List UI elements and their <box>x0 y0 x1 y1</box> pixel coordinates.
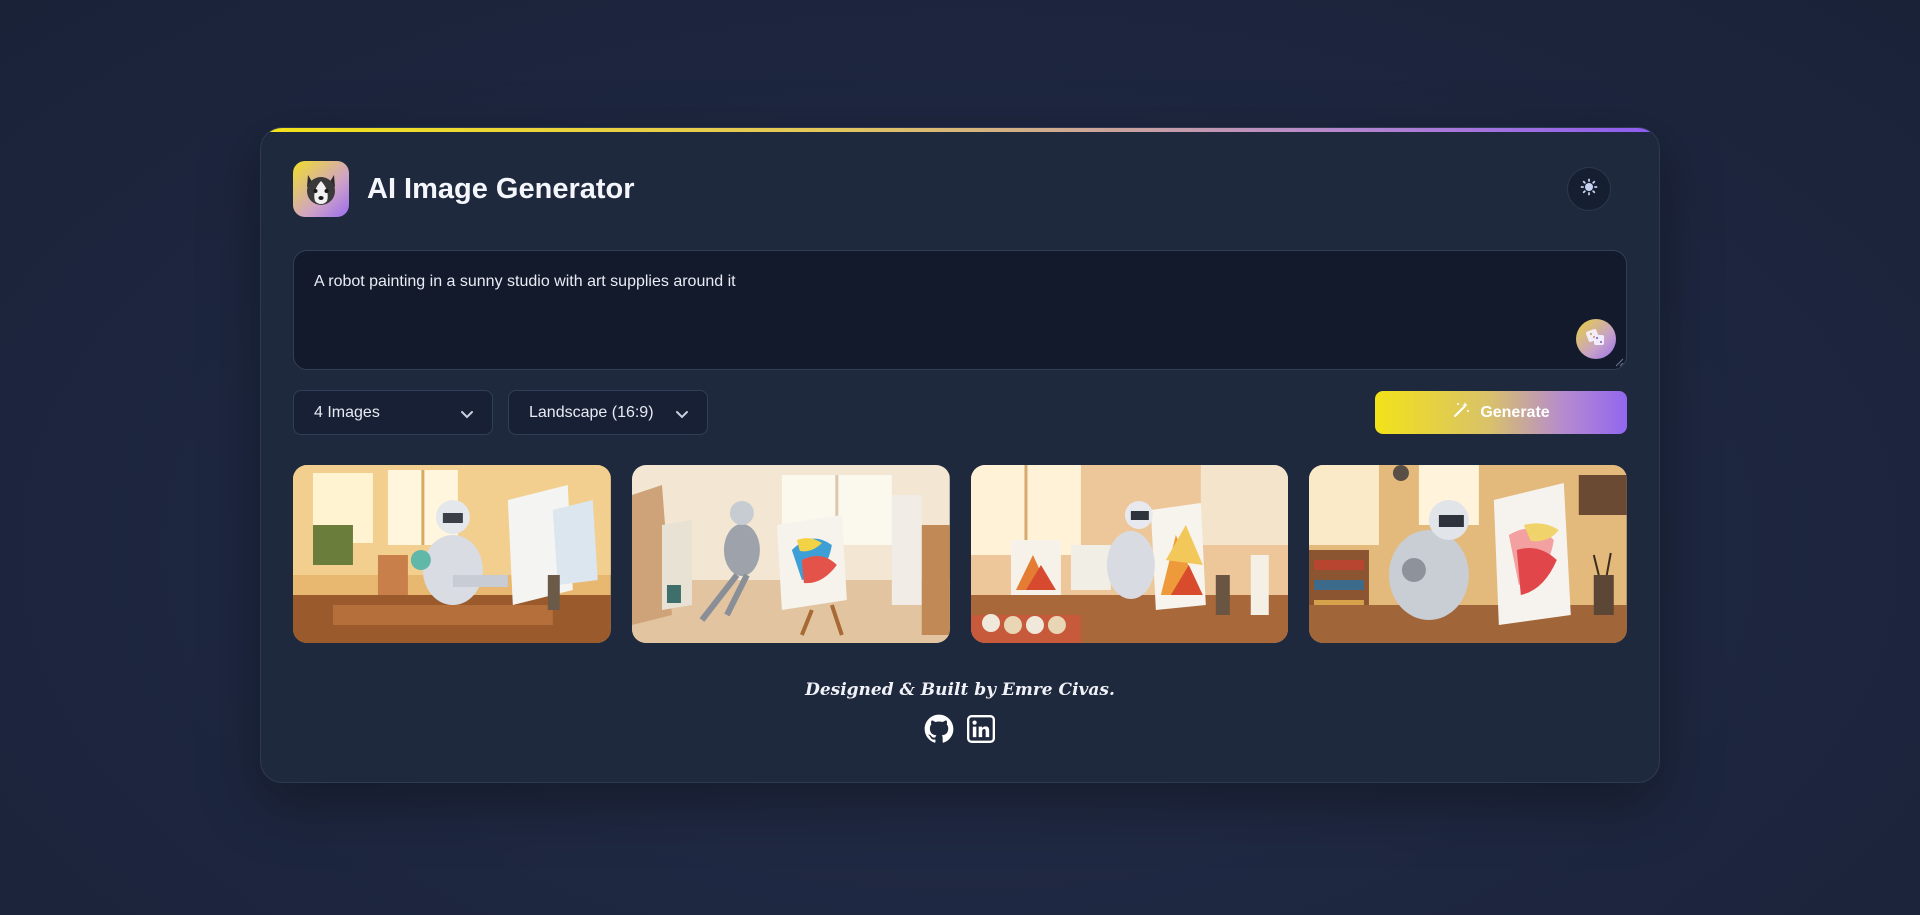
image-count-value: 4 Images <box>314 403 380 421</box>
magic-wand-icon <box>1452 401 1470 424</box>
dice-icon <box>1584 325 1608 354</box>
app-title: AI Image Generator <box>367 172 635 205</box>
prompt-textarea[interactable]: A robot painting in a sunny studio with … <box>293 250 1627 370</box>
prompt-text: A robot painting in a sunny studio with … <box>314 273 736 290</box>
generated-image-4[interactable] <box>1309 465 1627 643</box>
footer-credit: Designed & Built by Emre Civas. <box>805 680 1115 700</box>
random-prompt-button[interactable] <box>1576 319 1616 359</box>
resize-grip[interactable] <box>1614 357 1624 367</box>
chevron-down-icon <box>460 407 474 425</box>
aspect-ratio-select[interactable]: Landscape (16:9) <box>508 390 708 435</box>
image-gallery <box>293 465 1627 643</box>
social-links <box>261 714 1659 744</box>
generated-image-1[interactable] <box>293 465 611 643</box>
husky-logo-icon <box>293 161 349 217</box>
footer: Designed & Built by Emre Civas. <box>261 680 1659 744</box>
theme-toggle-button[interactable] <box>1567 167 1611 211</box>
header: AI Image Generator <box>293 161 1627 217</box>
generated-image-3[interactable] <box>970 465 1289 643</box>
sun-icon <box>1580 178 1598 201</box>
linkedin-icon[interactable] <box>966 714 996 744</box>
aspect-ratio-value: Landscape (16:9) <box>529 403 654 421</box>
image-count-select[interactable]: 4 Images <box>293 390 493 435</box>
generated-image-2[interactable] <box>631 465 950 643</box>
chevron-down-icon <box>675 407 689 425</box>
github-icon[interactable] <box>924 714 954 744</box>
generator-card: AI Image Generator A robot painting in a… <box>260 127 1660 783</box>
generate-button-label: Generate <box>1480 403 1550 421</box>
generate-button[interactable]: Generate <box>1375 391 1627 434</box>
